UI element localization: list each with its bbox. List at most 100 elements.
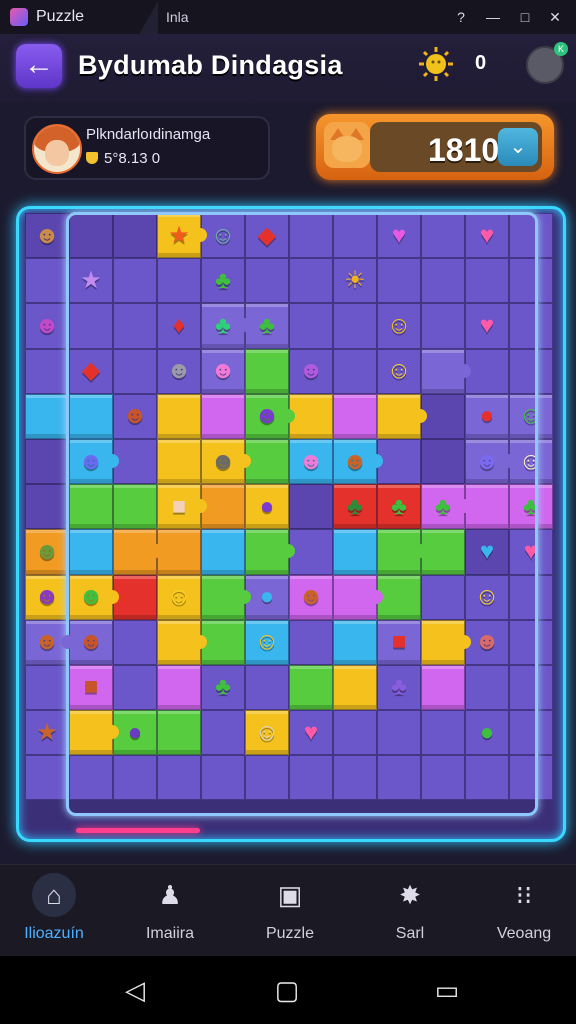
board-cell[interactable] [421, 393, 465, 439]
board-cell[interactable]: ☻ [69, 438, 119, 485]
nav-item-home[interactable]: ⌂ Ilioazuín [2, 873, 106, 953]
board-cell[interactable] [377, 393, 427, 439]
board-cell[interactable]: ● [113, 710, 157, 756]
board-cell[interactable] [289, 755, 333, 801]
board-cell[interactable] [201, 710, 245, 756]
board-cell[interactable] [421, 529, 465, 575]
board-cell[interactable] [377, 258, 421, 304]
board-cell[interactable]: ☻ [25, 303, 69, 349]
board-cell[interactable] [421, 664, 465, 711]
board-cell[interactable] [377, 438, 421, 485]
board-cell[interactable]: ★ [157, 213, 207, 259]
board-cell[interactable]: ☺ [245, 710, 289, 756]
board-cell[interactable]: ☀ [333, 258, 377, 304]
board-cell[interactable]: ♣ [509, 484, 553, 530]
board-cell[interactable]: ♣ [201, 258, 245, 304]
board-cell[interactable]: ☻ [25, 574, 69, 620]
board-cell[interactable]: ■ [69, 664, 113, 711]
board-cell[interactable]: ☻ [25, 619, 75, 665]
nav-item-grid[interactable]: ⁝⁝ Veoang [472, 873, 576, 953]
board-cell[interactable]: ● [245, 574, 289, 620]
board-cell[interactable] [333, 529, 377, 575]
board-cell[interactable] [377, 574, 421, 620]
board-cell[interactable]: ☻ [289, 574, 333, 620]
board-cell[interactable] [113, 664, 157, 711]
home-icon[interactable]: ▢ [272, 976, 302, 1004]
board-cell[interactable] [421, 755, 465, 801]
board-cell[interactable] [69, 755, 113, 801]
board-cell[interactable] [509, 348, 553, 394]
window-tab[interactable]: Inla [166, 9, 189, 25]
board-cell[interactable]: ☻ [113, 393, 157, 439]
board-cell[interactable] [69, 529, 113, 575]
minimize-icon[interactable]: — [484, 8, 502, 26]
board-cell[interactable]: ☺ [465, 574, 509, 620]
board-cell[interactable]: ◆ [245, 213, 289, 259]
board-cell[interactable] [289, 213, 333, 259]
board-cell[interactable] [69, 710, 119, 756]
board-cell[interactable]: ☻ [25, 213, 69, 259]
board-cell[interactable]: ☺ [377, 303, 421, 349]
board-cell[interactable]: ♥ [377, 213, 421, 259]
help-icon[interactable]: ? [452, 8, 470, 26]
board-cell[interactable]: ☻ [465, 619, 509, 665]
board-cell[interactable] [245, 348, 289, 394]
board-cell[interactable]: ♦ [157, 303, 201, 349]
board-cell[interactable]: ☻ [69, 619, 113, 665]
board-cell[interactable] [245, 258, 289, 304]
board-cell[interactable] [69, 213, 113, 259]
board-cell[interactable] [201, 574, 251, 620]
board-cell[interactable]: ☺ [245, 619, 289, 665]
user-avatar[interactable]: K [526, 42, 568, 84]
board-cell[interactable] [465, 484, 509, 530]
back-icon[interactable]: ◁ [120, 976, 150, 1004]
board-cell[interactable] [377, 529, 427, 575]
board-cell[interactable]: ♣ [201, 664, 245, 711]
board-cell[interactable] [421, 213, 465, 259]
board-cell[interactable] [333, 710, 377, 756]
board-cell[interactable] [113, 529, 163, 575]
board-cell[interactable] [25, 258, 69, 304]
board-cell[interactable] [421, 710, 465, 756]
board-cell[interactable] [377, 710, 421, 756]
board-cell[interactable] [69, 303, 113, 349]
board-cell[interactable] [465, 348, 509, 394]
board-cell[interactable]: ★ [25, 710, 69, 756]
board-cell[interactable] [333, 213, 377, 259]
recents-icon[interactable]: ▭ [432, 976, 462, 1004]
board-cell[interactable] [421, 619, 471, 665]
board-cell[interactable] [245, 664, 289, 711]
board-cell[interactable] [25, 484, 69, 530]
board-cell[interactable] [201, 755, 245, 801]
board-cell[interactable] [157, 529, 201, 575]
board-cell[interactable] [201, 484, 245, 530]
board-cell[interactable] [113, 348, 157, 394]
board-cell[interactable]: ☺ [509, 438, 553, 485]
board-cell[interactable] [245, 529, 295, 575]
board-cell[interactable]: ♣ [421, 484, 471, 530]
maximize-icon[interactable]: □ [516, 8, 534, 26]
board-cell[interactable] [25, 755, 69, 801]
board-cell[interactable]: ☺ [509, 393, 553, 439]
board-cell[interactable] [25, 348, 69, 394]
board-cell[interactable]: ♣ [377, 664, 421, 711]
board-cell[interactable]: ♣ [333, 484, 377, 530]
board-cell[interactable] [377, 755, 421, 801]
board-cell[interactable] [157, 393, 201, 439]
board-cell[interactable] [509, 258, 553, 304]
sun-icon[interactable] [418, 46, 454, 82]
board-cell[interactable] [289, 303, 333, 349]
board-cell[interactable]: ☻ [25, 529, 69, 575]
board-cell[interactable]: ♣ [245, 303, 289, 349]
board-cell[interactable]: ● [245, 484, 289, 530]
board-cell[interactable] [113, 574, 157, 620]
board-cell[interactable] [113, 258, 157, 304]
board-cell[interactable] [157, 619, 207, 665]
board-cell[interactable]: ♥ [465, 213, 509, 259]
board-cell[interactable] [25, 664, 69, 711]
board-cell[interactable] [69, 393, 113, 439]
board-cell[interactable]: ♥ [509, 529, 553, 575]
board-cell[interactable]: ♥ [465, 303, 509, 349]
board-cell[interactable] [25, 393, 69, 439]
board-cell[interactable]: ☻ [245, 393, 295, 439]
